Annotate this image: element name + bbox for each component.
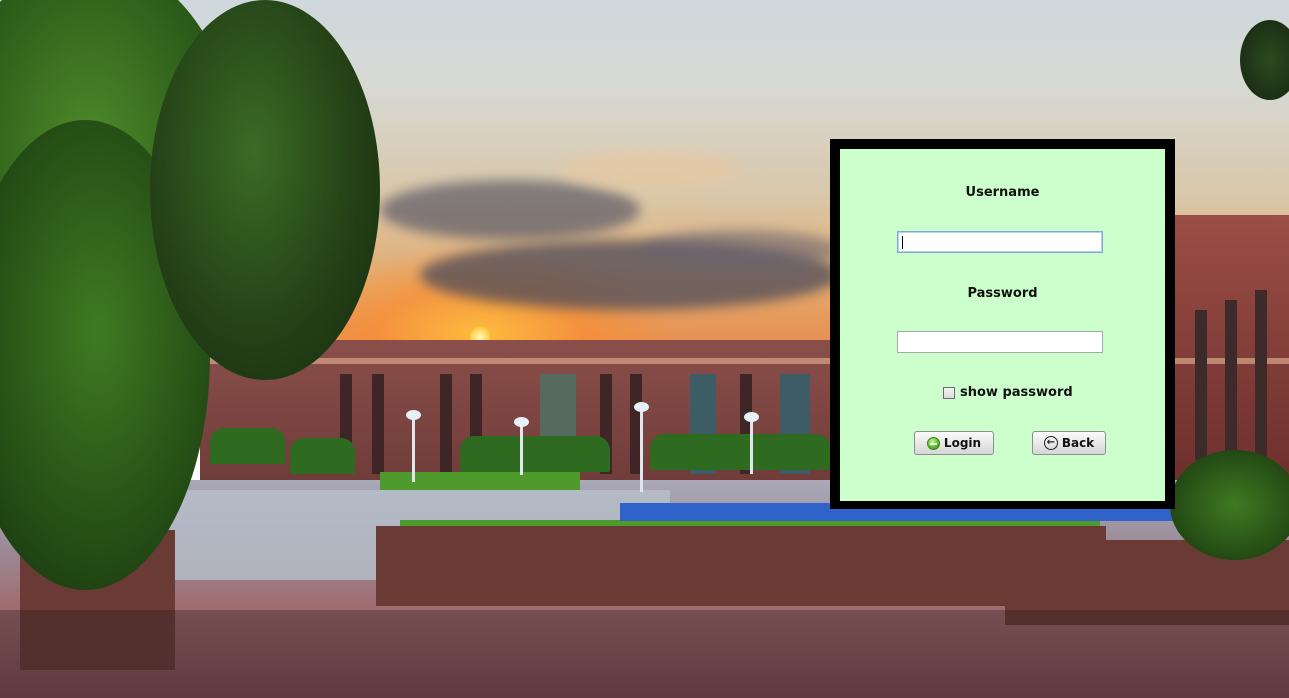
- username-input[interactable]: [897, 231, 1103, 253]
- show-password-checkbox[interactable]: [943, 386, 955, 399]
- back-button[interactable]: ← Back: [1032, 431, 1106, 455]
- green-orb-icon: [926, 436, 940, 450]
- login-button-label: Login: [943, 436, 982, 450]
- login-panel: Username Password show password Login ← …: [840, 149, 1165, 501]
- password-label: Password: [967, 286, 1038, 301]
- show-password-label: show password: [960, 385, 1073, 400]
- login-button[interactable]: Login: [914, 431, 994, 455]
- text-caret: [902, 236, 903, 249]
- username-label: Username: [965, 185, 1040, 200]
- circle-arrow-left-icon: ←: [1043, 436, 1058, 450]
- show-password-row[interactable]: show password: [943, 385, 1073, 400]
- back-button-label: Back: [1061, 436, 1095, 450]
- password-input[interactable]: [897, 331, 1103, 353]
- login-dialog-frame: Username Password show password Login ← …: [830, 139, 1175, 509]
